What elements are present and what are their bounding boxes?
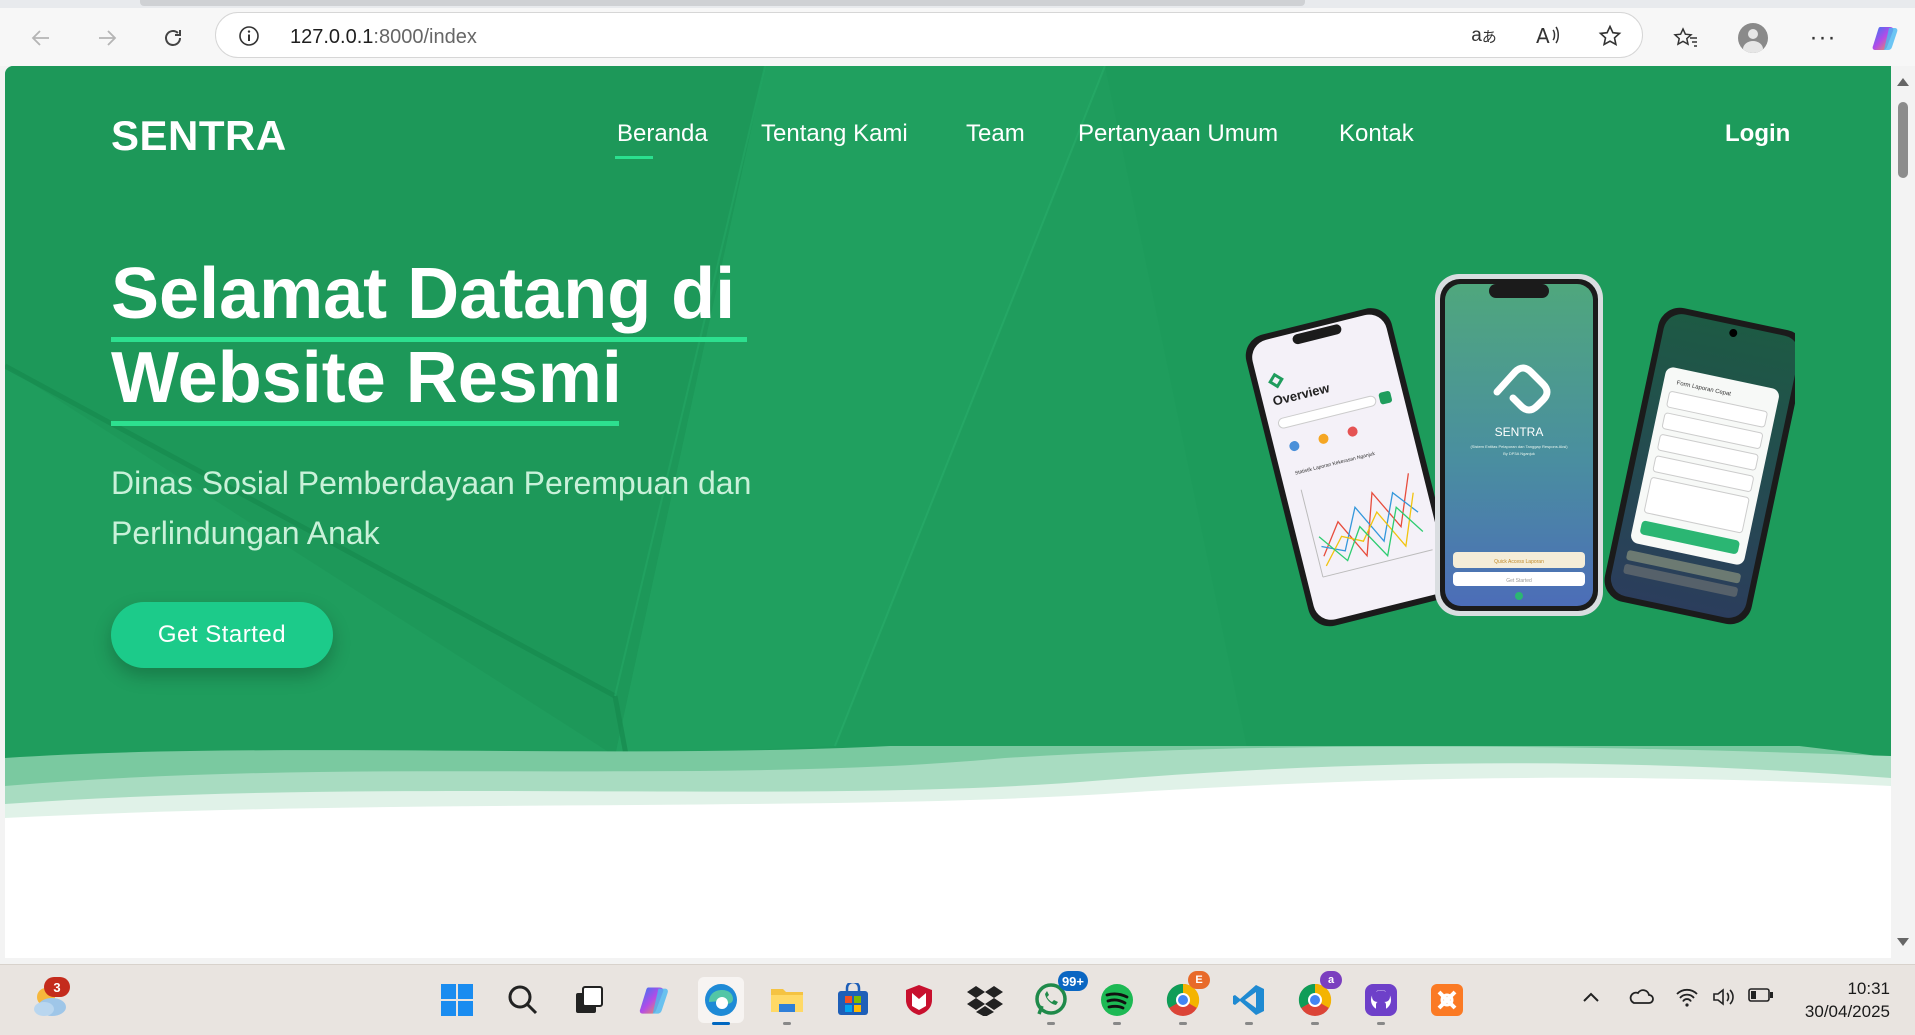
page-scrollbar[interactable] (1891, 66, 1915, 958)
nav-link-kontak[interactable]: Kontak (1339, 120, 1414, 148)
start-button[interactable] (434, 977, 480, 1023)
title-underline-2 (111, 421, 619, 426)
task-view-icon[interactable] (566, 977, 612, 1023)
copilot-icon[interactable] (1868, 20, 1904, 56)
active-tab-edge[interactable] (140, 0, 1305, 6)
weather-widget-icon[interactable]: 3 (28, 977, 72, 1023)
profile-avatar-icon[interactable] (1735, 20, 1771, 56)
chrome-profile-e-icon[interactable]: E (1160, 971, 1210, 1025)
hero-title-line-2: Website Resmi (111, 338, 622, 426)
center-btn-quick: Quick Access Laporan (1494, 559, 1544, 565)
nav-link-team[interactable]: Team (966, 120, 1025, 148)
system-clock[interactable]: 10:31 30/04/2025 (1786, 977, 1890, 1023)
url-path: :8000/index (373, 26, 477, 48)
phone-left: Overview Statistik Laporan Kekerasan Nga… (1245, 308, 1455, 627)
scroll-thumb[interactable] (1898, 102, 1908, 178)
center-by: By DP3A Nganjuk (1503, 451, 1535, 456)
page-viewport: SENTRA Beranda Tentang Kami Team Pertany… (5, 66, 1891, 958)
refresh-icon[interactable] (155, 20, 191, 56)
vscode-icon[interactable] (1226, 977, 1272, 1025)
mcafee-icon[interactable] (896, 977, 942, 1023)
hero-title-text-1: Selamat Datang di (111, 254, 736, 334)
scroll-up-icon[interactable] (1897, 78, 1909, 86)
copilot-app-icon[interactable] (632, 977, 678, 1023)
edge-browser-icon[interactable] (698, 977, 744, 1025)
chrome-profile-a-badge: a (1320, 971, 1342, 989)
url-host: 127.0.0.1 (290, 26, 374, 48)
windows-taskbar: 3 99+ E a 10:31 30/04/2025 (0, 964, 1915, 1035)
whatsapp-badge: 99+ (1057, 971, 1088, 991)
url-text[interactable]: 127.0.0.1:8000/index (290, 26, 477, 49)
search-icon[interactable] (500, 977, 546, 1023)
forward-arrow-icon[interactable] (89, 20, 125, 56)
wifi-icon[interactable] (1675, 987, 1699, 1012)
hero-title-line-1: Selamat Datang di (111, 254, 747, 342)
file-explorer-icon[interactable] (764, 977, 810, 1025)
volume-icon[interactable] (1712, 987, 1736, 1012)
star-icon[interactable] (1596, 22, 1624, 50)
chrome-profile-a-icon[interactable]: a (1292, 971, 1342, 1025)
info-icon[interactable] (238, 25, 260, 47)
hero-subtitle: Dinas Sosial Pemberdayaan Perempuan dan … (111, 465, 752, 551)
weather-badge: 3 (44, 977, 70, 997)
scroll-down-icon[interactable] (1897, 938, 1909, 946)
phone-right: Form Laporan Cepat (1604, 307, 1795, 625)
back-arrow-icon[interactable] (23, 20, 59, 56)
get-started-button[interactable]: Get Started (111, 602, 333, 668)
address-bar[interactable]: 127.0.0.1:8000/index aあ A (215, 12, 1643, 58)
phone-center: SENTRA (Sistem Entitas Pelaporan dan Tan… (1435, 274, 1603, 616)
browser-toolbar: 127.0.0.1:8000/index aあ A ··· (0, 8, 1915, 66)
app-phone-mockups: Overview Statistik Laporan Kekerasan Nga… (1245, 274, 1795, 627)
center-tagline: (Sistem Entitas Pelaporan dan Tanggap Re… (1470, 444, 1568, 449)
nav-link-tentang-kami[interactable]: Tentang Kami (761, 120, 908, 148)
nav-link-pertanyaan-umum[interactable]: Pertanyaan Umum (1078, 120, 1278, 148)
nav-active-indicator (615, 156, 653, 159)
spotify-icon[interactable] (1094, 977, 1140, 1025)
clock-time: 10:31 (1847, 979, 1890, 998)
chrome-profile-e-badge: E (1188, 971, 1210, 989)
translate-icon[interactable]: aあ (1470, 22, 1498, 50)
more-icon[interactable]: ··· (1805, 20, 1841, 56)
xampp-icon[interactable] (1424, 977, 1470, 1023)
github-desktop-icon[interactable] (1358, 977, 1404, 1025)
whatsapp-icon[interactable]: 99+ (1028, 971, 1088, 1025)
microsoft-store-icon[interactable] (830, 977, 876, 1023)
center-btn-start: Get Started (1506, 578, 1532, 584)
dropbox-icon[interactable] (962, 977, 1008, 1023)
tab-strip (0, 0, 1915, 8)
battery-icon[interactable] (1748, 987, 1774, 1008)
read-aloud-icon[interactable]: A (1534, 22, 1562, 50)
site-brand-logo[interactable]: SENTRA (111, 112, 287, 160)
nav-link-beranda[interactable]: Beranda (617, 120, 708, 148)
hero-wave-divider (5, 746, 1891, 958)
hero-section: SENTRA Beranda Tentang Kami Team Pertany… (5, 66, 1891, 958)
login-link[interactable]: Login (1725, 120, 1790, 148)
favorites-icon[interactable] (1668, 20, 1704, 56)
onedrive-icon[interactable] (1628, 987, 1654, 1010)
clock-date: 30/04/2025 (1804, 1002, 1890, 1021)
center-app-name: SENTRA (1495, 425, 1544, 439)
hero-title-text-2: Website Resmi (111, 338, 622, 418)
tray-overflow-chevron-icon[interactable] (1582, 987, 1600, 1008)
svg-text:A: A (1536, 24, 1550, 48)
